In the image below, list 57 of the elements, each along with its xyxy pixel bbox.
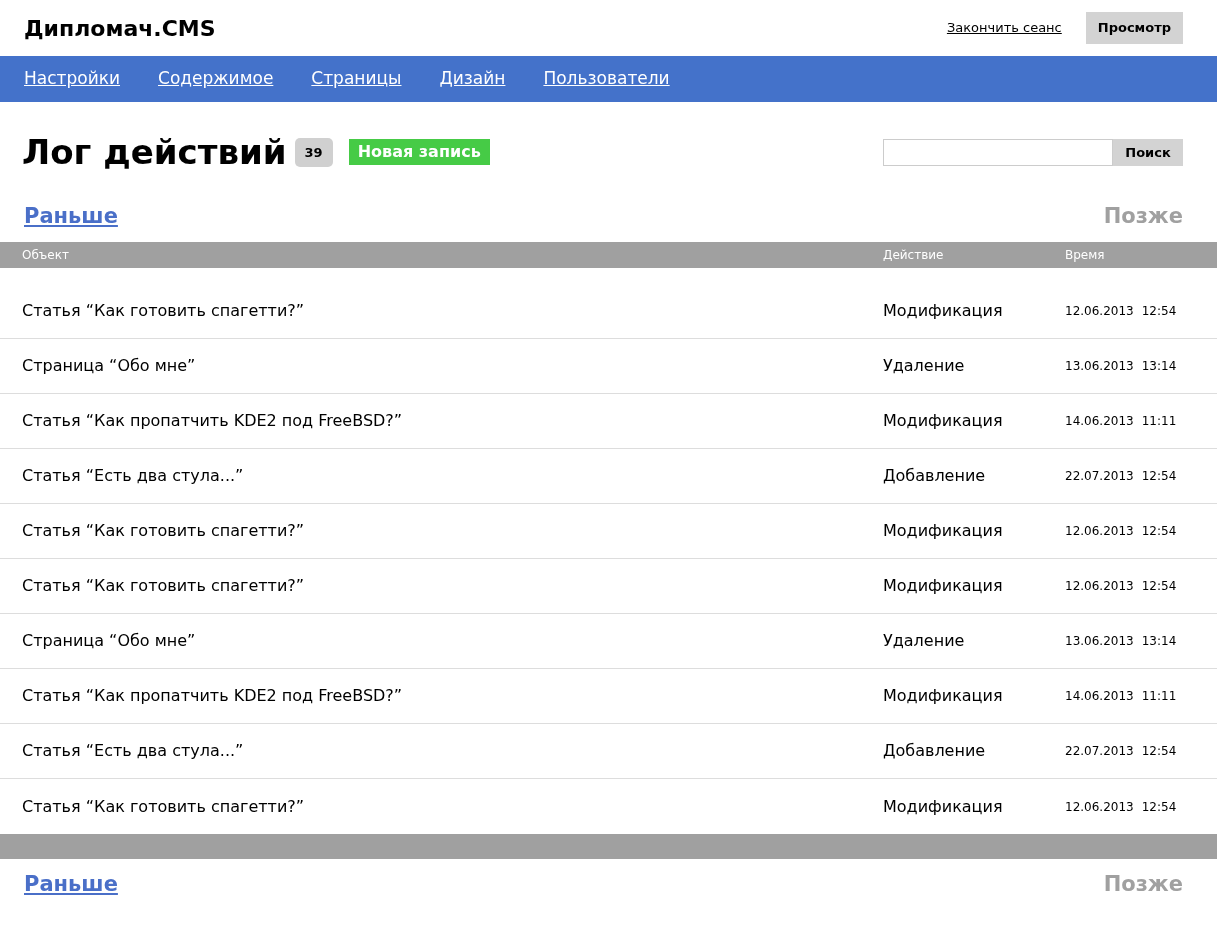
table-cell-text: Модификация xyxy=(883,300,1004,323)
date-cell-text: 22.07.2013 xyxy=(1065,468,1134,486)
table-cell-text: Удаление xyxy=(883,355,966,378)
table-cell-text: Модификация xyxy=(883,410,1004,433)
count-label: 39 xyxy=(294,137,333,168)
nav-link-item[interactable]: Дизайн xyxy=(439,66,506,92)
table-cell-text: Модификация xyxy=(883,520,1004,543)
time-cell-text: 12:54 xyxy=(1141,798,1177,816)
nav-link-item[interactable]: Страницы xyxy=(311,66,402,92)
time-cell-text: 12:54 xyxy=(1141,578,1177,596)
table-cell-text: Модификация xyxy=(883,685,1004,708)
date-cell-text: 14.06.2013 xyxy=(1065,688,1134,706)
table-cell-text: Статья “Как готовить спагетти?” xyxy=(21,300,306,323)
date-cell-text: 12.06.2013 xyxy=(1065,523,1134,541)
date-cell-text: 14.06.2013 xyxy=(1065,413,1134,431)
table-cell-text: Статья “Как готовить спагетти?” xyxy=(21,520,306,543)
table-cell-text: Статья “Как пропатчить KDE2 под FreeBSD?” xyxy=(21,410,404,433)
table-cell-text: Удаление xyxy=(883,630,966,653)
nav-link-item[interactable]: Пользователи xyxy=(543,66,670,92)
table-cell-text: Статья “Как готовить спагетти?” xyxy=(21,575,306,598)
table-cell-text: Статья “Как готовить спагетти?” xyxy=(21,795,306,818)
nav-link-item[interactable]: Настройки xyxy=(24,66,120,92)
table-cell-text: Статья “Как пропатчить KDE2 под FreeBSD?” xyxy=(21,685,404,708)
table-cell-text: Модификация xyxy=(883,575,1004,598)
preview-button[interactable]: Просмотр xyxy=(1085,12,1183,44)
column-header: Объект xyxy=(21,247,70,265)
table-cell-text: Добавление xyxy=(883,465,987,488)
table-cell-text: Статья “Есть два стула...” xyxy=(21,740,245,763)
search-field[interactable] xyxy=(883,138,1113,166)
column-header: Действие xyxy=(883,247,945,265)
time-cell-text: 13:14 xyxy=(1141,358,1177,376)
time-cell-text: 12:54 xyxy=(1141,303,1177,321)
time-cell-text: 12:54 xyxy=(1141,523,1177,541)
time-cell-text: 13:14 xyxy=(1141,633,1177,651)
column-header: Время xyxy=(1065,247,1106,265)
date-cell-text: 12.06.2013 xyxy=(1065,303,1134,321)
time-cell-text: 11:11 xyxy=(1141,413,1177,431)
date-cell-text: 13.06.2013 xyxy=(1065,633,1134,651)
page-title: Лог действий xyxy=(22,132,287,173)
pager-link[interactable]: Раньше xyxy=(24,869,118,901)
time-cell-text: 11:11 xyxy=(1141,688,1177,706)
date-cell-text: 22.07.2013 xyxy=(1065,743,1134,761)
date-cell-text: 13.06.2013 xyxy=(1065,358,1134,376)
table-cell-text: Страница “Обо мне” xyxy=(21,630,197,653)
time-cell-text: 12:54 xyxy=(1141,468,1177,486)
table-cell-text: Добавление xyxy=(883,740,987,763)
logo-text: Дипломач.CMS xyxy=(24,14,216,43)
logout-link[interactable]: Закончить сеанс xyxy=(946,18,1062,38)
date-cell-text: 12.06.2013 xyxy=(1065,578,1134,596)
table-cell-text: Страница “Обо мне” xyxy=(21,355,197,378)
search-button[interactable]: Поиск xyxy=(1113,138,1183,166)
table-cell-text: Модификация xyxy=(883,795,1004,818)
date-cell-text: 12.06.2013 xyxy=(1065,798,1134,816)
nav-link-item[interactable]: Содержимое xyxy=(158,66,274,92)
pager-link[interactable]: Раньше xyxy=(24,200,118,233)
time-cell-text: 12:54 xyxy=(1141,743,1177,761)
table-cell-text: Статья “Есть два стула...” xyxy=(21,465,245,488)
